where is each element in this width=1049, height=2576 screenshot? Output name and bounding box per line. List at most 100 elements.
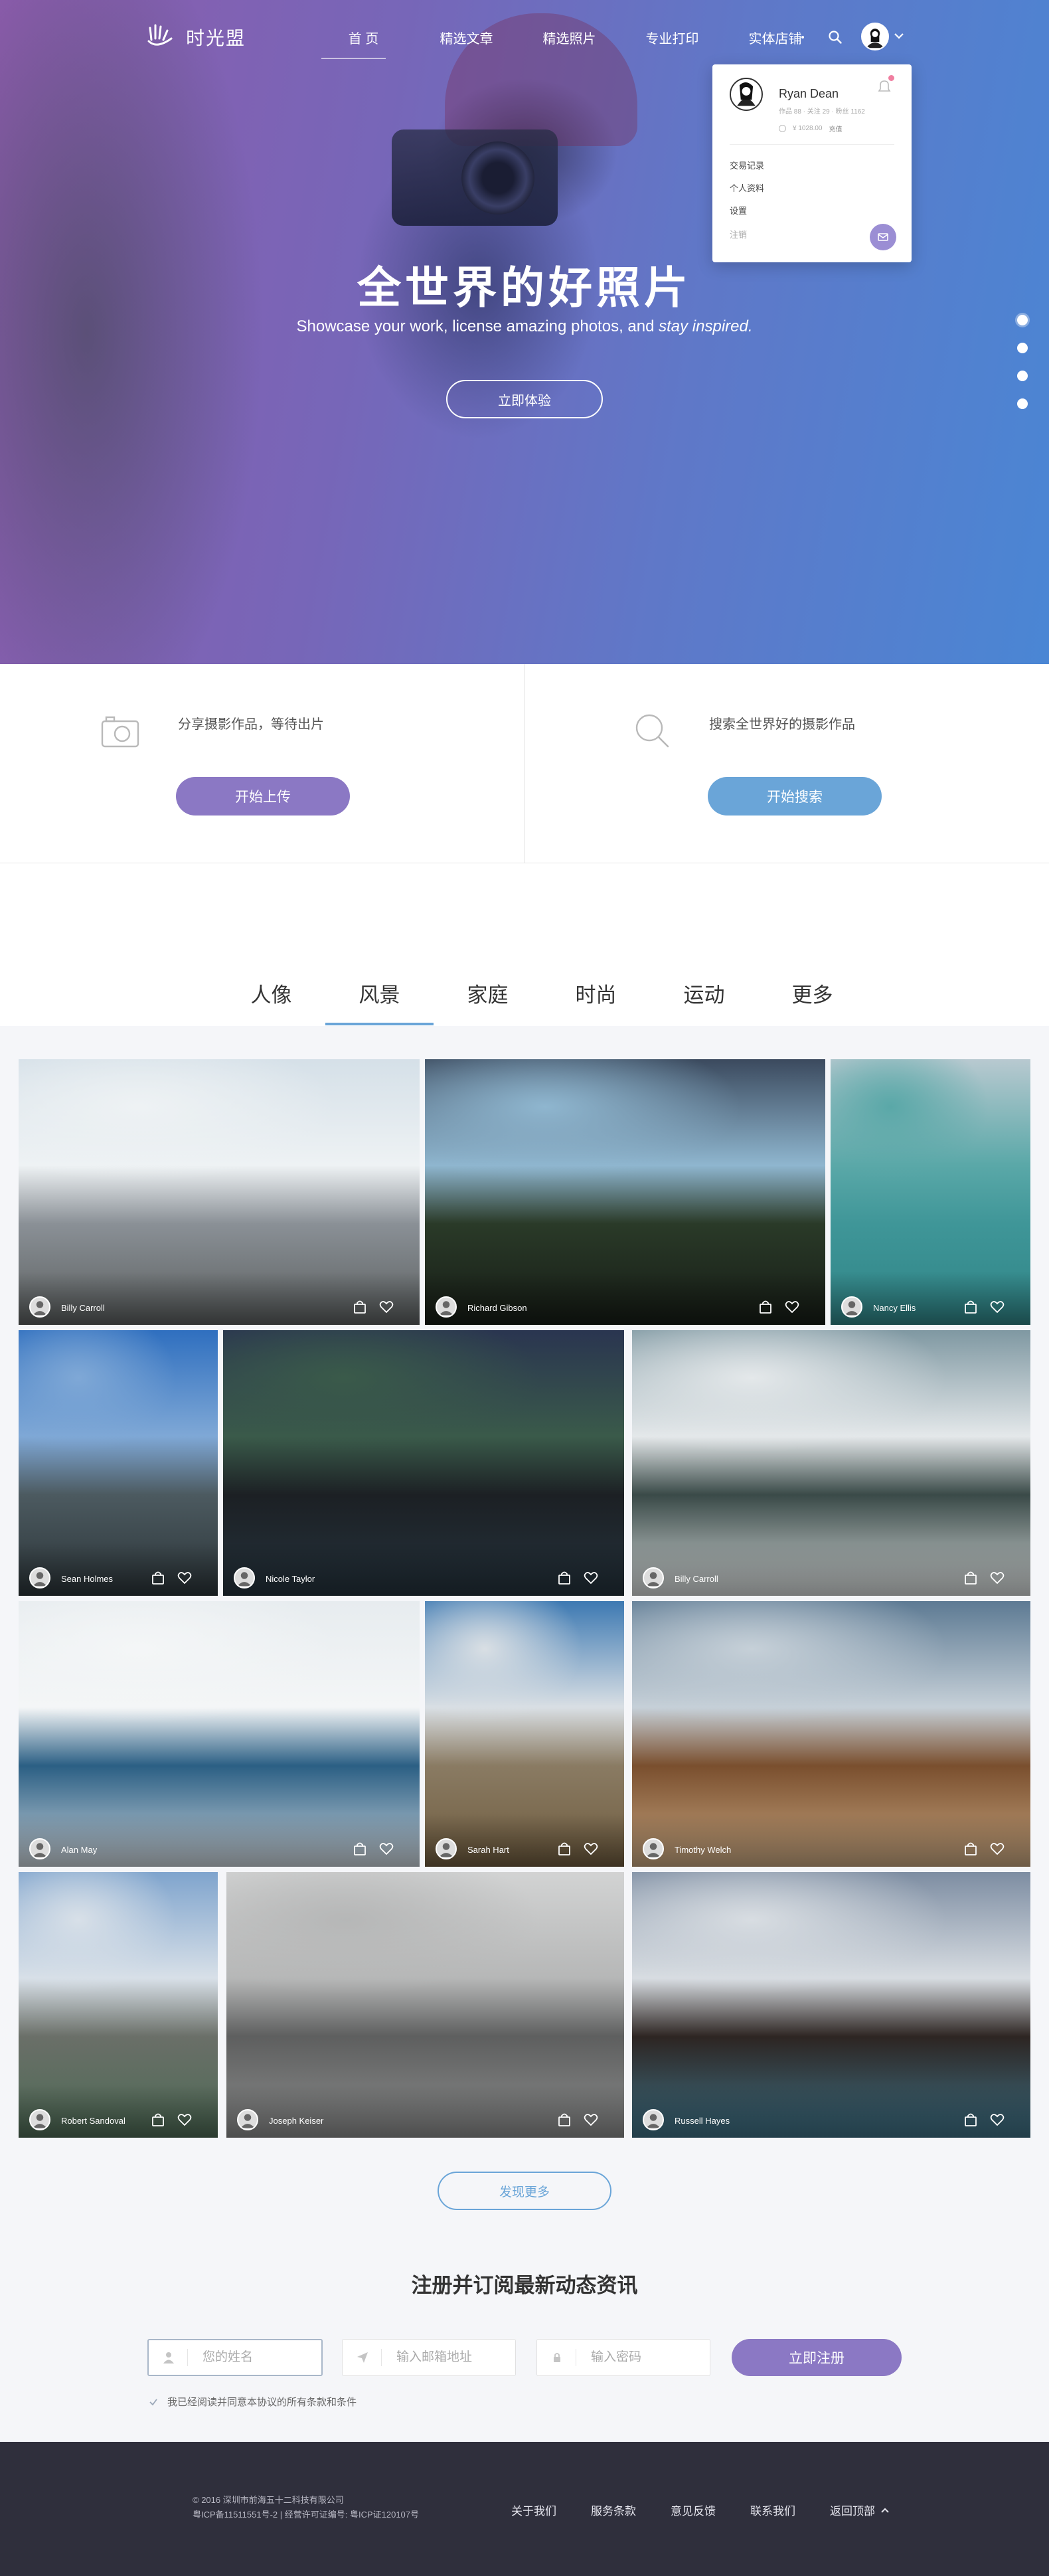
author-avatar[interactable] [29, 2109, 50, 2130]
author-name[interactable]: Robert Sandoval [61, 2116, 125, 2126]
tab-landscape[interactable]: 风景 [325, 978, 434, 1025]
author-avatar[interactable] [643, 1567, 664, 1589]
heart-icon[interactable] [378, 1299, 394, 1315]
author-name[interactable]: Sarah Hart [467, 1845, 509, 1855]
nav-stores[interactable]: 实体店铺 [724, 28, 827, 47]
slide-dot-3[interactable] [1017, 371, 1028, 381]
footer-link-terms[interactable]: 服务条款 [591, 2502, 636, 2518]
footer-link-about[interactable]: 关于我们 [511, 2502, 556, 2518]
tab-more[interactable]: 更多 [758, 978, 866, 1023]
register-button[interactable]: 立即注册 [732, 2339, 902, 2376]
nav-print[interactable]: 专业打印 [621, 28, 724, 47]
shopping-bag-icon[interactable] [150, 1570, 166, 1586]
tab-sports[interactable]: 运动 [650, 978, 758, 1023]
email-field[interactable] [342, 2339, 516, 2376]
author-avatar[interactable] [29, 1838, 50, 1859]
start-upload-button[interactable]: 开始上传 [176, 777, 350, 816]
start-search-button[interactable]: 开始搜索 [708, 777, 882, 816]
author-name[interactable]: Alan May [61, 1845, 97, 1855]
heart-icon[interactable] [177, 2112, 193, 2128]
photo-card[interactable]: Robert Sandoval [19, 1872, 218, 2138]
author-name[interactable]: Timothy Welch [675, 1845, 731, 1855]
shopping-bag-icon[interactable] [963, 1841, 979, 1857]
photo-card[interactable]: Timothy Welch [632, 1601, 1030, 1867]
shopping-bag-icon[interactable] [758, 1299, 773, 1315]
nav-photos[interactable]: 精选照片 [518, 28, 621, 47]
menu-item-settings[interactable]: 设置 [730, 204, 747, 216]
author-avatar[interactable] [841, 1296, 862, 1318]
author-avatar[interactable] [237, 2109, 258, 2130]
nav-articles[interactable]: 精选文章 [415, 28, 518, 47]
shopping-bag-icon[interactable] [963, 1299, 979, 1315]
shopping-bag-icon[interactable] [963, 2112, 979, 2128]
password-input[interactable] [591, 2350, 690, 2365]
shopping-bag-icon[interactable] [963, 1570, 979, 1586]
author-avatar[interactable] [436, 1296, 457, 1318]
heart-icon[interactable] [583, 1841, 599, 1857]
shopping-bag-icon[interactable] [556, 1841, 572, 1857]
tab-family[interactable]: 家庭 [434, 978, 542, 1023]
author-name[interactable]: Joseph Keiser [269, 2116, 323, 2126]
author-name[interactable]: Richard Gibson [467, 1303, 527, 1313]
search-icon[interactable] [828, 30, 843, 44]
heart-icon[interactable] [784, 1299, 800, 1315]
recharge-link[interactable]: 充值 [829, 124, 843, 133]
author-name[interactable]: Russell Hayes [675, 2116, 730, 2126]
tab-portrait[interactable]: 人像 [217, 978, 325, 1023]
slide-dot-2[interactable] [1017, 343, 1028, 353]
try-now-button[interactable]: 立即体验 [446, 380, 603, 418]
heart-icon[interactable] [989, 1570, 1005, 1586]
nav-home[interactable]: 首 页 [312, 28, 415, 59]
message-button[interactable] [870, 224, 896, 250]
terms-agreement[interactable]: 我已经阅读并同意本协议的所有条款和条件 [149, 2395, 357, 2409]
photo-card[interactable]: Russell Hayes [632, 1872, 1030, 2138]
tab-fashion[interactable]: 时尚 [542, 978, 650, 1023]
heart-icon[interactable] [583, 1570, 599, 1586]
shopping-bag-icon[interactable] [556, 1570, 572, 1586]
photo-card[interactable]: Sean Holmes [19, 1330, 218, 1596]
photo-card[interactable]: Joseph Keiser [226, 1872, 624, 2138]
photo-card[interactable]: Alan May [19, 1601, 420, 1867]
shopping-bag-icon[interactable] [352, 1299, 368, 1315]
menu-item-logout[interactable]: 注销 [730, 228, 747, 240]
heart-icon[interactable] [989, 1841, 1005, 1857]
menu-item-transactions[interactable]: 交易记录 [730, 159, 764, 171]
menu-item-profile[interactable]: 个人资料 [730, 181, 764, 194]
email-input[interactable] [396, 2350, 496, 2365]
author-avatar[interactable] [643, 2109, 664, 2130]
author-avatar[interactable] [436, 1838, 457, 1859]
author-name[interactable]: Billy Carroll [675, 1574, 718, 1584]
password-field[interactable] [536, 2339, 710, 2376]
chevron-down-icon[interactable] [894, 32, 904, 40]
check-icon[interactable] [149, 2397, 158, 2407]
author-avatar[interactable] [29, 1296, 50, 1318]
discover-more-button[interactable]: 发现更多 [438, 2172, 611, 2210]
user-avatar[interactable] [861, 23, 889, 50]
slide-dot-1[interactable] [1017, 315, 1028, 325]
heart-icon[interactable] [378, 1841, 394, 1857]
photo-card[interactable]: Nicole Taylor [223, 1330, 624, 1596]
heart-icon[interactable] [583, 2112, 599, 2128]
footer-link-contact[interactable]: 联系我们 [750, 2502, 795, 2518]
photo-card[interactable]: Billy Carroll [19, 1059, 420, 1325]
author-avatar[interactable] [29, 1567, 50, 1589]
shopping-bag-icon[interactable] [556, 2112, 572, 2128]
author-name[interactable]: Nancy Ellis [873, 1303, 916, 1313]
author-avatar[interactable] [643, 1838, 664, 1859]
author-name[interactable]: Sean Holmes [61, 1574, 113, 1584]
logo[interactable]: 时光盟 [146, 23, 246, 52]
author-avatar[interactable] [234, 1567, 255, 1589]
photo-card[interactable]: Sarah Hart [425, 1601, 624, 1867]
photo-card[interactable]: Nancy Ellis [831, 1059, 1030, 1325]
name-field[interactable] [147, 2339, 323, 2376]
shopping-bag-icon[interactable] [150, 2112, 166, 2128]
name-input[interactable] [202, 2350, 302, 2365]
photo-card[interactable]: Richard Gibson [425, 1059, 825, 1325]
photo-card[interactable]: Billy Carroll [632, 1330, 1030, 1596]
author-name[interactable]: Nicole Taylor [266, 1574, 315, 1584]
heart-icon[interactable] [989, 1299, 1005, 1315]
heart-icon[interactable] [989, 2112, 1005, 2128]
slide-dot-4[interactable] [1017, 398, 1028, 409]
author-name[interactable]: Billy Carroll [61, 1303, 105, 1313]
shopping-bag-icon[interactable] [352, 1841, 368, 1857]
